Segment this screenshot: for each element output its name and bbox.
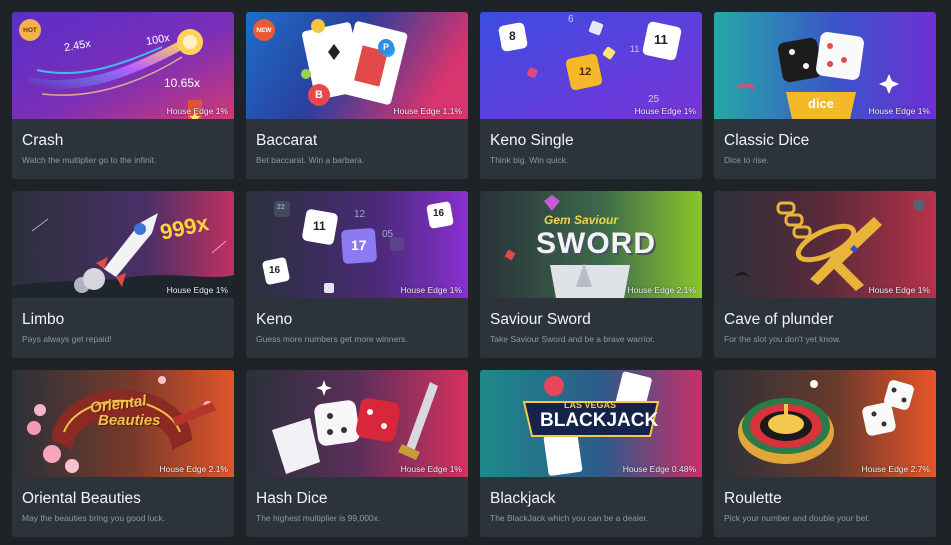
keno-ball-11: 11: [654, 32, 668, 47]
player-chip: P: [378, 39, 394, 55]
game-title: Baccarat: [256, 132, 318, 149]
keno-ball-8: 8: [509, 29, 516, 43]
banker-chip: B: [308, 84, 330, 106]
keno-ball-16: 16: [433, 208, 445, 219]
game-title: Cave of plunder: [724, 311, 834, 328]
cave-of-plunder-artwork: House Edge 1%: [714, 191, 936, 298]
house-edge-label: House Edge 1%: [400, 464, 462, 474]
keno-number-05: 05: [382, 229, 394, 240]
house-edge-label: House Edge 1%: [166, 285, 228, 295]
keno-ball-16: 16: [269, 265, 281, 276]
new-badge: NEW: [253, 19, 275, 41]
game-title: Hash Dice: [256, 490, 328, 507]
game-card-hash-dice[interactable]: House Edge 1% Hash Dice The highest mult…: [246, 370, 468, 537]
house-edge-label: House Edge 1%: [868, 106, 930, 116]
las-vegas-text: LAS VEGAS: [564, 400, 617, 410]
game-card-saviour-sword[interactable]: Gem Saviour SWORD House Edge 2.1% Saviou…: [480, 191, 702, 358]
house-edge-label: House Edge 1%: [400, 285, 462, 295]
game-grid: 2.45x 100x 10.65x HOT House Edge 1% Cras…: [12, 12, 936, 537]
house-edge-label: House Edge 1%: [634, 106, 696, 116]
keno-number-11: 11: [630, 44, 640, 54]
game-description: Guess more numbers get more winners.: [256, 334, 408, 344]
house-edge-label: House Edge 1%: [868, 285, 930, 295]
gem-saviour-logo: Gem Saviour: [544, 213, 619, 227]
saviour-sword-artwork: Gem Saviour SWORD House Edge 2.1%: [480, 191, 702, 298]
hash-dice-artwork: House Edge 1%: [246, 370, 468, 477]
game-title: Blackjack: [490, 490, 556, 507]
crash-artwork: 2.45x 100x 10.65x HOT House Edge 1%: [12, 12, 234, 119]
limbo-artwork: 999x House Edge 1%: [12, 191, 234, 298]
house-edge-label: House Edge 1.1%: [393, 106, 462, 116]
beauties-logo: Beauties: [98, 412, 161, 429]
house-edge-label: House Edge 2.1%: [627, 285, 696, 295]
game-description: The highest multiplier is 99,000x.: [256, 513, 381, 523]
keno-artwork: 11 17 16 16 12 05 22 House Edge 1%: [246, 191, 468, 298]
keno-number-25: 25: [648, 94, 660, 105]
game-card-classic-dice[interactable]: dice House Edge 1% Classic Dice Dice to …: [714, 12, 936, 179]
banker-letter: B: [315, 89, 323, 101]
game-description: Take Saviour Sword and be a brave warrio…: [490, 334, 655, 344]
house-edge-label: House Edge 2.7%: [861, 464, 930, 474]
keno-ball-12: 12: [579, 66, 592, 78]
game-title: Roulette: [724, 490, 782, 507]
game-card-keno[interactable]: 11 17 16 16 12 05 22 House Edge 1% Keno …: [246, 191, 468, 358]
game-card-blackjack[interactable]: LAS VEGAS BLACKJACK House Edge 0.48% Bla…: [480, 370, 702, 537]
game-title: Limbo: [22, 311, 65, 328]
blackjack-logo: BLACKJACK: [540, 410, 659, 431]
game-card-roulette[interactable]: House Edge 2.7% Roulette Pick your numbe…: [714, 370, 936, 537]
keno-number-22: 22: [277, 204, 285, 211]
classic-dice-artwork: dice House Edge 1%: [714, 12, 936, 119]
game-description: Bet baccarat. Win a barbara.: [256, 155, 365, 165]
game-title: Saviour Sword: [490, 311, 591, 328]
keno-ball-11: 11: [313, 219, 326, 233]
game-card-keno-single[interactable]: 8 6 12 11 11 25 House Edge 1% Keno Singl…: [480, 12, 702, 179]
game-title: Classic Dice: [724, 132, 810, 149]
game-description: Pick your number and double your bet.: [724, 513, 871, 523]
game-title: Crash: [22, 132, 64, 149]
game-card-baccarat[interactable]: B P NEW House Edge 1.1% Baccarat Bet bac…: [246, 12, 468, 179]
game-title: Keno: [256, 311, 293, 328]
oriental-beauties-artwork: Oriental Beauties House Edge 2.1%: [12, 370, 234, 477]
game-description: The BlackJack which you can be a dealer.: [490, 513, 649, 523]
dice-logo-text: dice: [808, 96, 835, 111]
keno-ball-17: 17: [351, 237, 367, 253]
game-description: Dice to rise.: [724, 155, 769, 165]
baccarat-artwork: B P NEW House Edge 1.1%: [246, 12, 468, 119]
blackjack-artwork: LAS VEGAS BLACKJACK House Edge 0.48%: [480, 370, 702, 477]
roulette-artwork: House Edge 2.7%: [714, 370, 936, 477]
house-edge-label: House Edge 2.1%: [159, 464, 228, 474]
game-description: Watch the multiplier go to the infinit.: [22, 155, 157, 165]
game-title: Keno Single: [490, 132, 574, 149]
game-title: Oriental Beauties: [22, 490, 141, 507]
keno-number-12: 12: [354, 209, 366, 220]
crash-multiplier-3: 10.65x: [164, 76, 201, 90]
game-description: May the beauties bring you good luck.: [22, 513, 166, 523]
house-edge-label: House Edge 1%: [166, 106, 228, 116]
player-letter: P: [382, 42, 389, 52]
house-edge-label: House Edge 0.48%: [622, 464, 696, 474]
keno-single-artwork: 8 6 12 11 11 25 House Edge 1%: [480, 12, 702, 119]
game-card-limbo[interactable]: 999x House Edge 1% Limbo Pays always get…: [12, 191, 234, 358]
game-card-crash[interactable]: 2.45x 100x 10.65x HOT House Edge 1% Cras…: [12, 12, 234, 179]
keno-number-6: 6: [568, 14, 574, 25]
game-description: Think big. Win quick.: [490, 155, 569, 165]
game-description: Pays always get repaid!: [22, 334, 112, 344]
game-card-cave-of-plunder[interactable]: House Edge 1% Cave of plunder For the sl…: [714, 191, 936, 358]
game-description: For the slot you don't yet know.: [724, 334, 841, 344]
hot-badge: HOT: [19, 19, 41, 41]
game-card-oriental-beauties[interactable]: Oriental Beauties House Edge 2.1% Orient…: [12, 370, 234, 537]
sword-logo: SWORD: [536, 227, 656, 260]
